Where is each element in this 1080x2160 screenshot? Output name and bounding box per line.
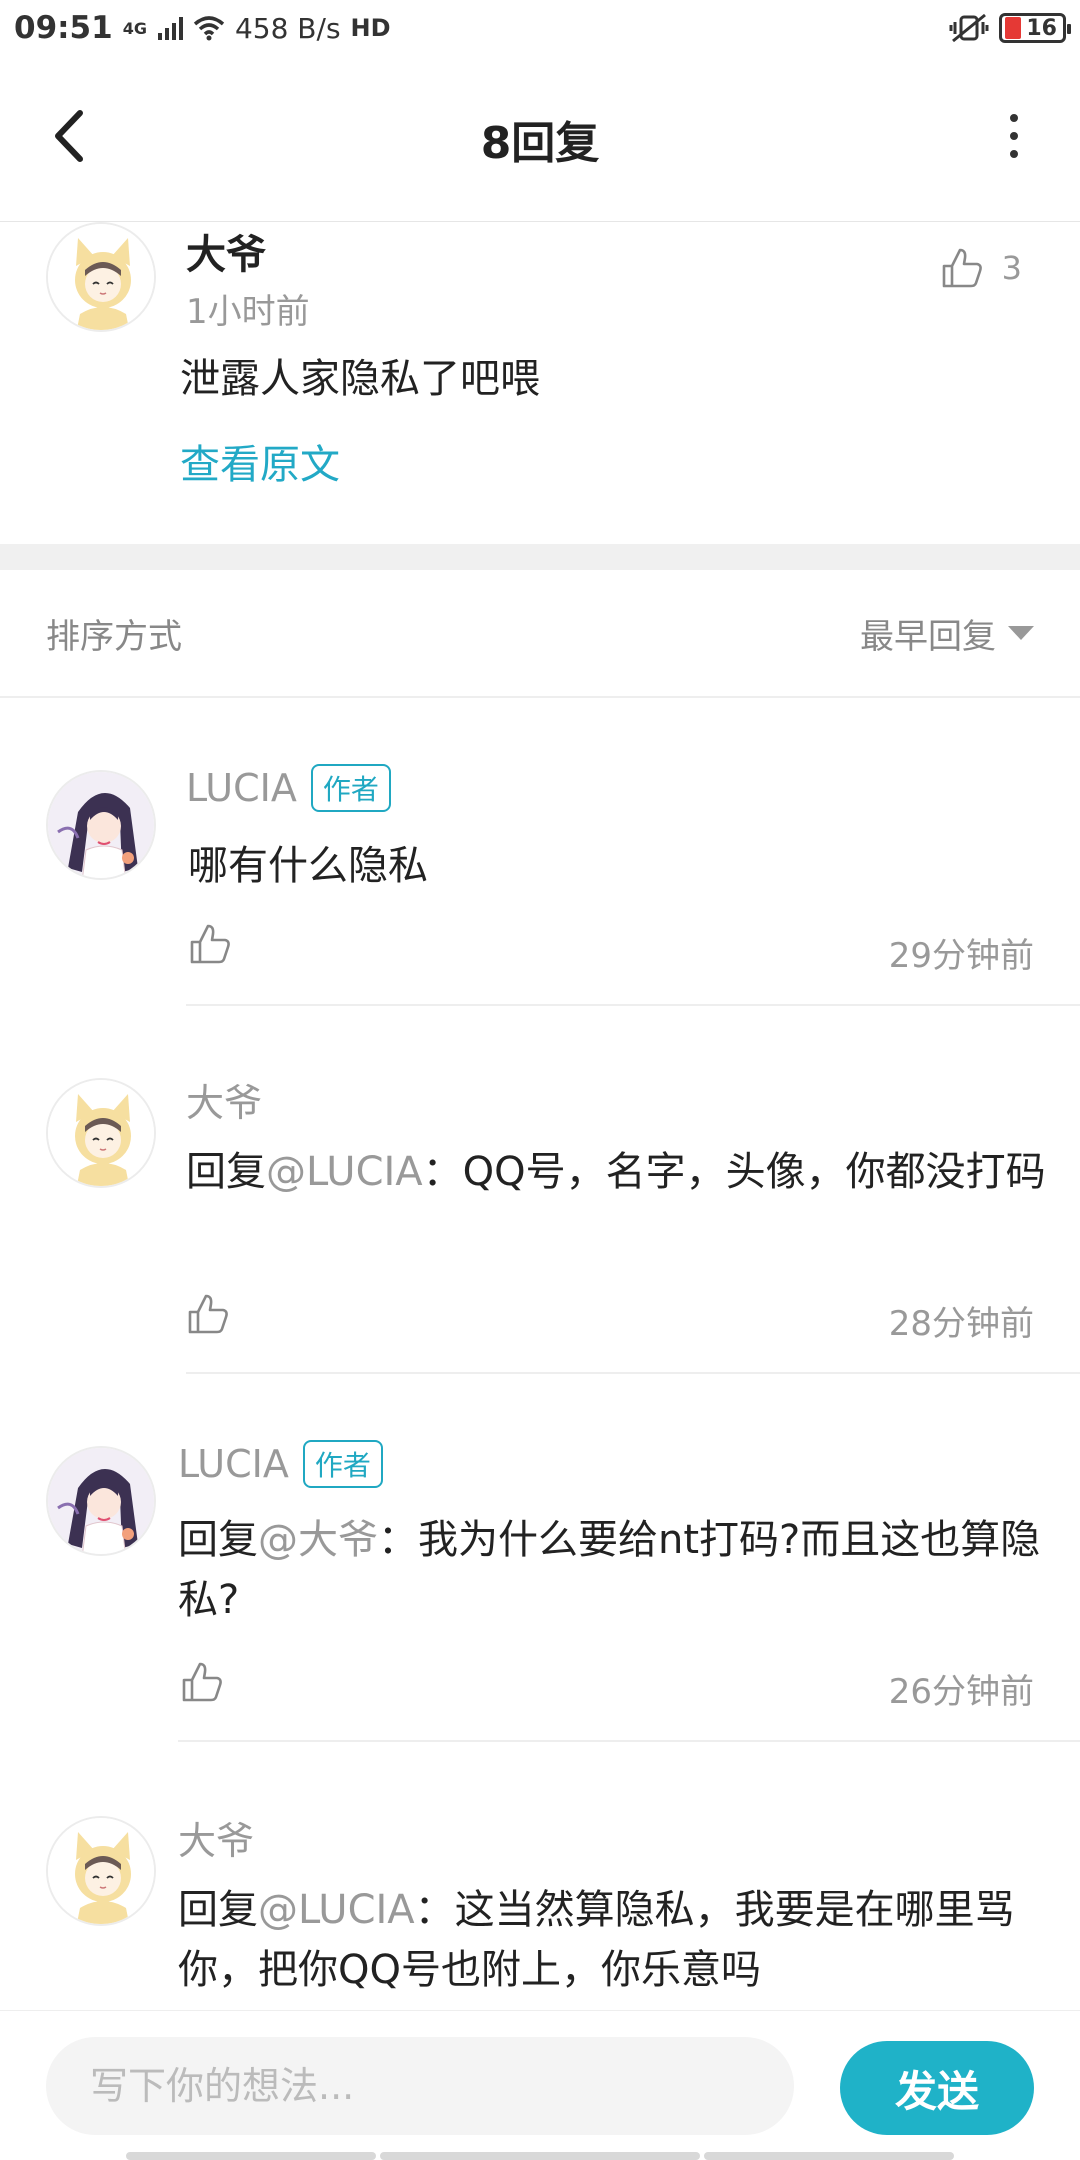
reply-mention[interactable]: @大爷 <box>258 1517 378 1563</box>
reply-item: 大爷 回复@LUCIA：QQ号，名字，头像，你都没打码 28分钟前 <box>0 1078 1080 1378</box>
reply-item: LUCIA 作者 回复@大爷：我为什么要给nt打码?而且这也算隐私? 26分钟前 <box>0 1440 1080 1746</box>
reply-header: 大爷 <box>186 1072 262 1127</box>
back-button[interactable] <box>40 106 100 166</box>
fox-girl-avatar-icon <box>48 1080 154 1186</box>
comment-time: 1小时前 <box>186 292 310 332</box>
sort-label: 排序方式 <box>46 616 182 657</box>
reply-prefix: 回复 <box>178 1887 258 1933</box>
reply-header: LUCIA 作者 <box>186 764 391 812</box>
comment-input[interactable] <box>46 2037 794 2135</box>
sort-value: 最早回复 <box>860 616 996 657</box>
avatar[interactable] <box>46 770 156 880</box>
fox-girl-avatar-icon <box>48 1818 154 1924</box>
network-type: 4G <box>122 18 147 38</box>
reply-author[interactable]: LUCIA <box>178 1442 289 1486</box>
avatar[interactable] <box>46 222 156 332</box>
avatar[interactable] <box>46 1078 156 1188</box>
reply-author[interactable]: LUCIA <box>186 766 297 810</box>
reply-item: LUCIA 作者 哪有什么隐私 29分钟前 <box>0 764 1080 1010</box>
reply-header: 大爷 <box>178 1816 254 1865</box>
status-bar: 09:51 4G 458 B/s HD 16 <box>0 0 1080 56</box>
send-button[interactable]: 发送 <box>840 2041 1034 2135</box>
more-dot <box>1010 150 1018 158</box>
view-original-link[interactable]: 查看原文 <box>180 432 340 490</box>
thumbs-up-icon <box>942 248 982 288</box>
reply-header: LUCIA 作者 <box>178 1440 383 1488</box>
reply-text: 回复@大爷：我为什么要给nt打码?而且这也算隐私? <box>178 1510 1058 1630</box>
fox-girl-avatar-icon <box>48 224 154 330</box>
reply-time: 28分钟前 <box>888 1304 1034 1344</box>
more-dot <box>1010 132 1018 140</box>
more-button[interactable] <box>984 104 1044 168</box>
author-badge: 作者 <box>302 1440 383 1488</box>
thumbs-up-icon[interactable] <box>180 1660 224 1704</box>
reply-text: 回复@LUCIA：QQ号，名字，头像，你都没打码 <box>186 1142 1066 1202</box>
gesture-bar <box>126 2152 376 2160</box>
network-speed: 458 B/s <box>234 11 341 45</box>
reply-prefix: 回复 <box>178 1517 258 1563</box>
reply-divider <box>186 1372 1080 1374</box>
reply-divider <box>178 1740 1080 1742</box>
back-arrow-icon <box>55 110 83 162</box>
reply-mention[interactable]: @LUCIA <box>258 1887 415 1933</box>
status-time: 09:51 <box>14 10 113 46</box>
vibrate-mute-icon <box>949 13 989 43</box>
avatar[interactable] <box>46 1816 156 1926</box>
battery-icon: 16 <box>999 13 1071 43</box>
status-right: 16 <box>949 13 1071 43</box>
reply-item: 大爷 回复@LUCIA：这当然算隐私，我要是在哪里骂你，把你QQ号也附上，你乐意… <box>0 1816 1080 2010</box>
avatar[interactable] <box>46 1446 156 1556</box>
reply-time: 26分钟前 <box>888 1672 1034 1712</box>
reply-author[interactable]: 大爷 <box>178 1816 254 1865</box>
nav-bar: 8回复 <box>0 56 1080 222</box>
author-badge: 作者 <box>310 764 391 812</box>
reply-text: 回复@LUCIA：这当然算隐私，我要是在哪里骂你，把你QQ号也附上，你乐意吗 <box>178 1880 1058 2000</box>
gesture-bar <box>380 2152 700 2160</box>
dropdown-triangle-icon <box>1008 626 1034 640</box>
gesture-bar <box>704 2152 954 2160</box>
reply-time: 29分钟前 <box>888 936 1034 976</box>
sort-dropdown[interactable]: 最早回复 <box>860 609 1034 658</box>
thumbs-up-icon[interactable] <box>186 1292 230 1336</box>
thumbs-up-icon[interactable] <box>188 922 232 966</box>
more-dots-icon <box>1010 114 1018 122</box>
battery-level: 16 <box>1026 15 1057 41</box>
reply-prefix: 回复 <box>186 1149 266 1195</box>
hd-icon: HD <box>350 14 391 42</box>
comment-text: 泄露人家隐私了吧喂 <box>180 356 540 402</box>
reply-author[interactable]: 大爷 <box>186 1072 262 1127</box>
like-button[interactable]: 3 <box>940 246 1022 290</box>
reply-body: 哪有什么隐私 <box>188 843 428 889</box>
main-comment: 大爷 1小时前 泄露人家隐私了吧喂 查看原文 3 <box>0 222 1080 544</box>
sort-bar: 排序方式 最早回复 <box>0 570 1080 698</box>
comment-composer: 发送 <box>0 2010 1080 2160</box>
reply-divider <box>186 1004 1080 1006</box>
status-left: 09:51 4G 458 B/s HD <box>14 10 391 46</box>
reply-text: 哪有什么隐私 <box>188 836 1068 896</box>
signal-icon <box>157 17 183 40</box>
anime-girl-avatar-icon <box>48 772 154 878</box>
wifi-icon <box>193 16 225 41</box>
reply-body: ：QQ号，名字，头像，你都没打码 <box>422 1149 1046 1195</box>
anime-girl-avatar-icon <box>48 1448 154 1554</box>
like-count: 3 <box>1001 249 1022 287</box>
reply-mention[interactable]: @LUCIA <box>266 1149 423 1195</box>
page-title: 8回复 <box>480 117 600 169</box>
section-divider <box>0 544 1080 570</box>
comment-author[interactable]: 大爷 <box>186 222 266 280</box>
